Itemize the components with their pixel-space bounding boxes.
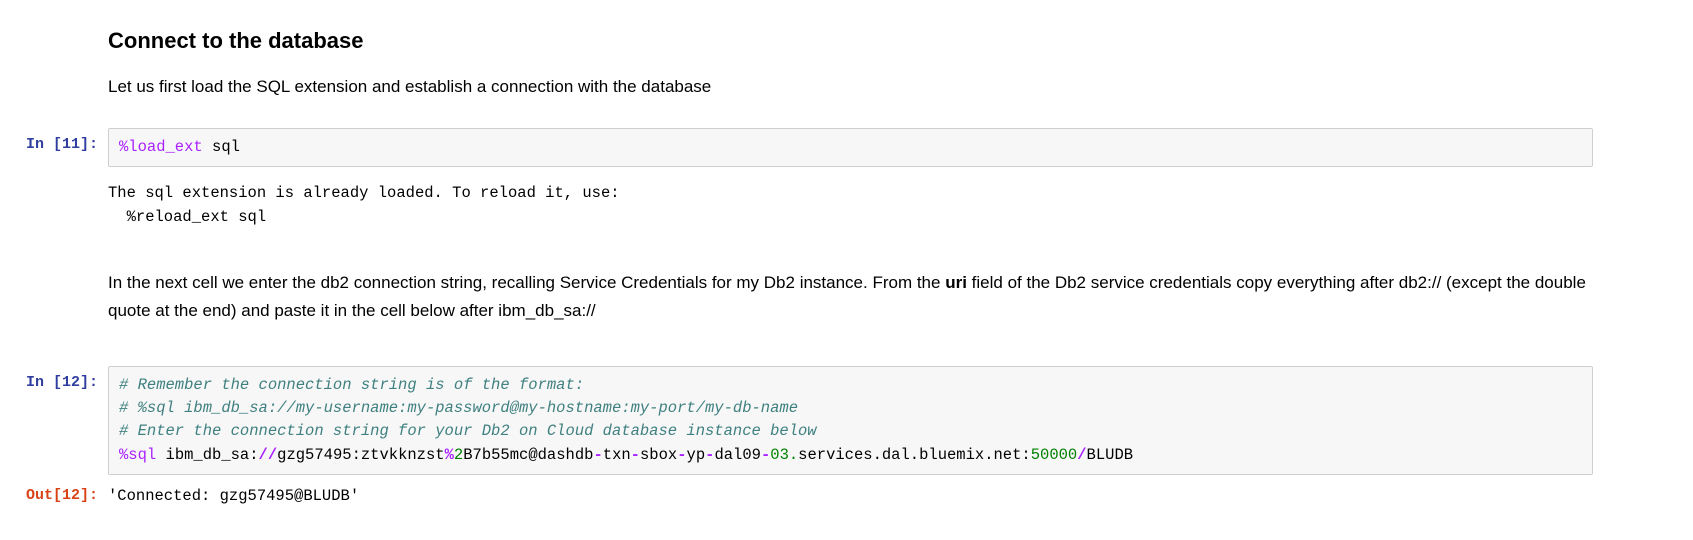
markdown-content: In the next cell we enter the db2 connec… [108,269,1693,339]
code-token-op: - [593,446,602,464]
code-token-op: / [1077,446,1086,464]
exec-output-wrapper: 'Connected: gzg57495@BLUDB' [108,479,1693,514]
code-token-op: - [677,446,686,464]
code-seg: B7b55mc@dashdb [463,446,593,464]
code-seg: gzg57495:ztvkknzst [277,446,444,464]
markdown-cell-heading: Connect to the database Let us first loa… [0,20,1693,116]
code-token-op: % [445,446,454,464]
instruction-bold: uri [945,273,967,292]
code-token-magic: %load_ext [119,138,203,156]
section-heading: Connect to the database [108,24,1593,57]
input-prompt-12: In [12]: [0,366,108,395]
code-token-num: 03. [770,446,798,464]
code-cell-11-output: The sql extension is already loaded. To … [0,171,1693,243]
markdown-cell-instruction: In the next cell we enter the db2 connec… [0,269,1693,339]
code-input-12[interactable]: # Remember the connection string is of t… [108,366,1593,475]
code-token-op: // [259,446,278,464]
code-seg: ibm_db_sa: [156,446,258,464]
code-seg: txn [603,446,631,464]
input-prompt-11: In [11]: [0,128,108,157]
instruction-paragraph: In the next cell we enter the db2 connec… [108,269,1593,323]
code-token-op: - [631,446,640,464]
code-token-num: 2 [454,446,463,464]
code-comment-2: # %sql ibm_db_sa://my-username:my-passwo… [119,399,798,417]
code-input-wrapper: %load_ext sql [108,128,1693,167]
prompt-empty [0,269,108,275]
instruction-pre: In the next cell we enter the db2 connec… [108,273,945,292]
stream-output-11: The sql extension is already loaded. To … [108,171,1593,243]
code-input-wrapper: # Remember the connection string is of t… [108,366,1693,475]
notebook-container: Connect to the database Let us first loa… [0,0,1693,538]
code-input-11[interactable]: %load_ext sql [108,128,1593,167]
code-cell-12-input: In [12]: # Remember the connection strin… [0,366,1693,475]
code-cell-12-output: Out[12]: 'Connected: gzg57495@BLUDB' [0,479,1693,514]
code-token-arg: sql [203,138,240,156]
output-prompt-empty [0,171,108,177]
intro-paragraph: Let us first load the SQL extension and … [108,73,1593,100]
code-comment-3: # Enter the connection string for your D… [119,422,817,440]
code-seg: sbox [640,446,677,464]
stream-output-wrapper: The sql extension is already loaded. To … [108,171,1693,243]
prompt-empty [0,20,108,26]
code-token-op: - [761,446,770,464]
code-token-num: 50000 [1031,446,1078,464]
code-token-magic: %sql [119,446,156,464]
exec-output-12: 'Connected: gzg57495@BLUDB' [108,479,1593,514]
code-seg: services.dal.bluemix.net: [798,446,1031,464]
code-cell-11-input: In [11]: %load_ext sql [0,128,1693,167]
code-comment-1: # Remember the connection string is of t… [119,376,584,394]
markdown-content: Connect to the database Let us first loa… [108,20,1693,116]
output-prompt-12: Out[12]: [0,479,108,508]
code-seg: dal09 [714,446,761,464]
code-seg: yp [687,446,706,464]
code-seg: BLUDB [1087,446,1134,464]
